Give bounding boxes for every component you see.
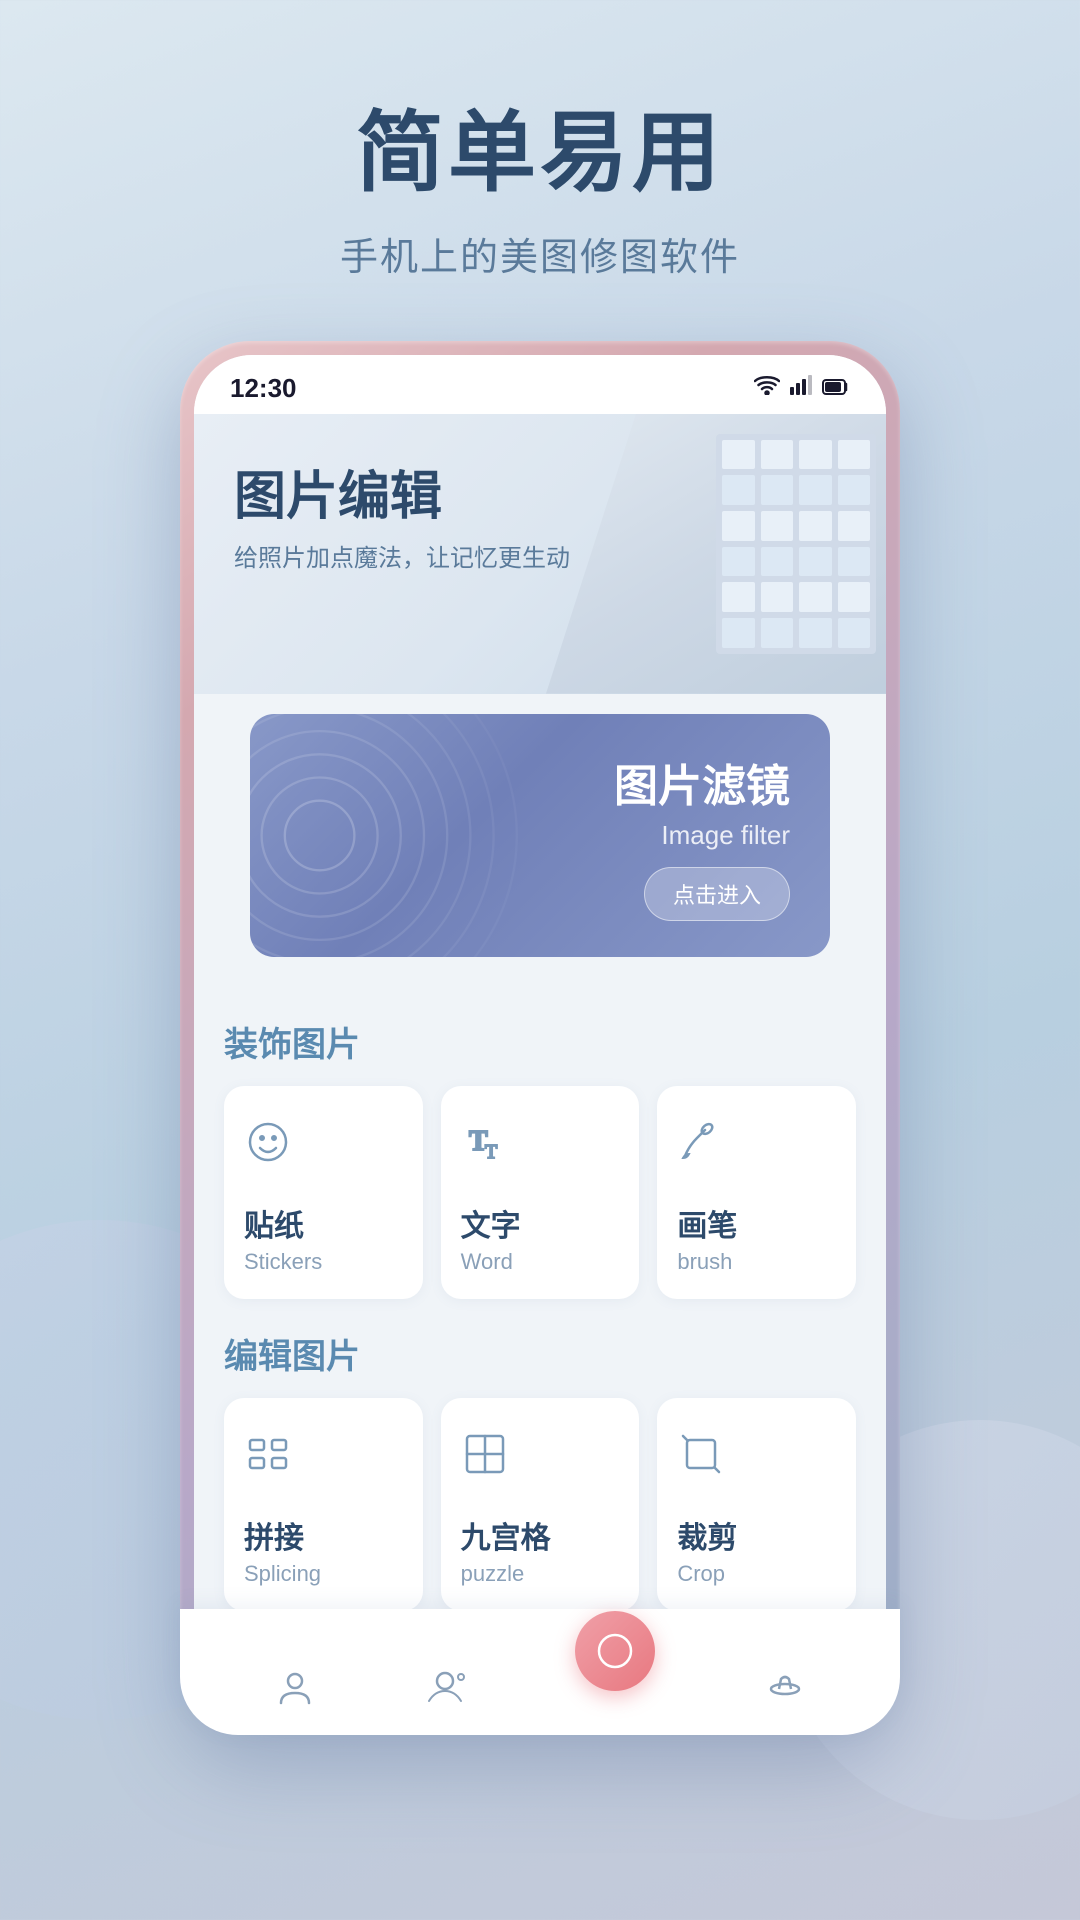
item-word[interactable]: T T 文字 Word (441, 1086, 640, 1299)
hero-desc: 给照片加点魔法，让记忆更生动 (234, 541, 846, 577)
section-edit-title: 编辑图片 (224, 1329, 856, 1378)
phone-outer: 12:30 (180, 341, 900, 1735)
crop-icon (677, 1430, 725, 1485)
brush-icon (677, 1118, 725, 1173)
splice-icon (244, 1430, 292, 1485)
app-subtitle: 手机上的美图修图软件 (0, 226, 1080, 281)
status-icons (754, 375, 850, 401)
filter-card-wrapper: 图片滤镜 Image filter 点击进入 (194, 714, 886, 957)
sticker-name-cn: 贴纸 (244, 1201, 304, 1245)
hero-title: 图片编辑 (234, 454, 846, 529)
add-icon (597, 1633, 633, 1669)
section-edit-label1: 编辑 (224, 1338, 292, 1376)
phone-wrapper: 12:30 (0, 341, 1080, 1735)
bottom-nav (194, 1609, 886, 1721)
decorate-items-grid: 贴纸 Stickers T T 文字 Word (224, 1086, 856, 1299)
item-brush[interactable]: 画笔 brush (657, 1086, 856, 1299)
section-edit-label2: 图片 (292, 1338, 360, 1376)
nav-item-hat[interactable] (765, 1667, 805, 1707)
hat-icon (765, 1667, 805, 1707)
edit-items-grid: 拼接 Splicing 九宫格 puzzle (224, 1398, 856, 1611)
item-splicing[interactable]: 拼接 Splicing (224, 1398, 423, 1611)
person-icon (275, 1667, 315, 1707)
crop-name-cn: 裁剪 (677, 1513, 737, 1557)
sticker-name-en: Stickers (244, 1249, 322, 1275)
item-puzzle[interactable]: 九宫格 puzzle (441, 1398, 640, 1611)
hero-banner: 图片编辑 给照片加点魔法，让记忆更生动 (194, 414, 886, 694)
nav-add-button[interactable] (575, 1611, 655, 1691)
word-icon: T T (461, 1118, 509, 1173)
filter-card-content: 图片滤镜 Image filter 点击进入 (290, 750, 790, 921)
brush-name-cn: 画笔 (677, 1201, 737, 1245)
sticker-icon (244, 1118, 292, 1173)
section-decorate-label2: 图片 (292, 1026, 360, 1064)
status-time: 12:30 (230, 373, 297, 404)
wifi-icon (754, 375, 780, 401)
puzzle-name-en: puzzle (461, 1561, 525, 1587)
puzzle-name-cn: 九宫格 (461, 1513, 551, 1557)
nav-item-person[interactable] (275, 1667, 315, 1707)
app-title: 简单易用 (0, 100, 1080, 206)
splice-name-cn: 拼接 (244, 1513, 304, 1557)
signal-icon (790, 375, 812, 401)
svg-text:T: T (485, 1141, 497, 1163)
camera-icon (425, 1667, 465, 1707)
brush-name-en: brush (677, 1249, 732, 1275)
section-decorate-label1: 装饰 (224, 1026, 292, 1064)
battery-icon (822, 375, 850, 401)
crop-name-en: Crop (677, 1561, 725, 1587)
puzzle-icon (461, 1430, 509, 1485)
filter-card-title: 图片滤镜 (290, 750, 790, 814)
nav-item-camera[interactable] (425, 1667, 465, 1707)
word-name-cn: 文字 (461, 1201, 521, 1245)
header-section: 简单易用 手机上的美图修图软件 (0, 0, 1080, 341)
word-name-en: Word (461, 1249, 513, 1275)
filter-card-subtitle: Image filter (290, 820, 790, 851)
splice-name-en: Splicing (244, 1561, 321, 1587)
scroll-content: 装饰图片 贴纸 Sti (194, 957, 886, 1721)
status-bar: 12:30 (194, 355, 886, 414)
phone-inner: 12:30 (194, 355, 886, 1721)
filter-card[interactable]: 图片滤镜 Image filter 点击进入 (250, 714, 830, 957)
filter-enter-button[interactable]: 点击进入 (644, 867, 790, 921)
item-stickers[interactable]: 贴纸 Stickers (224, 1086, 423, 1299)
section-decorate-title: 装饰图片 (224, 1017, 856, 1066)
item-crop[interactable]: 裁剪 Crop (657, 1398, 856, 1611)
